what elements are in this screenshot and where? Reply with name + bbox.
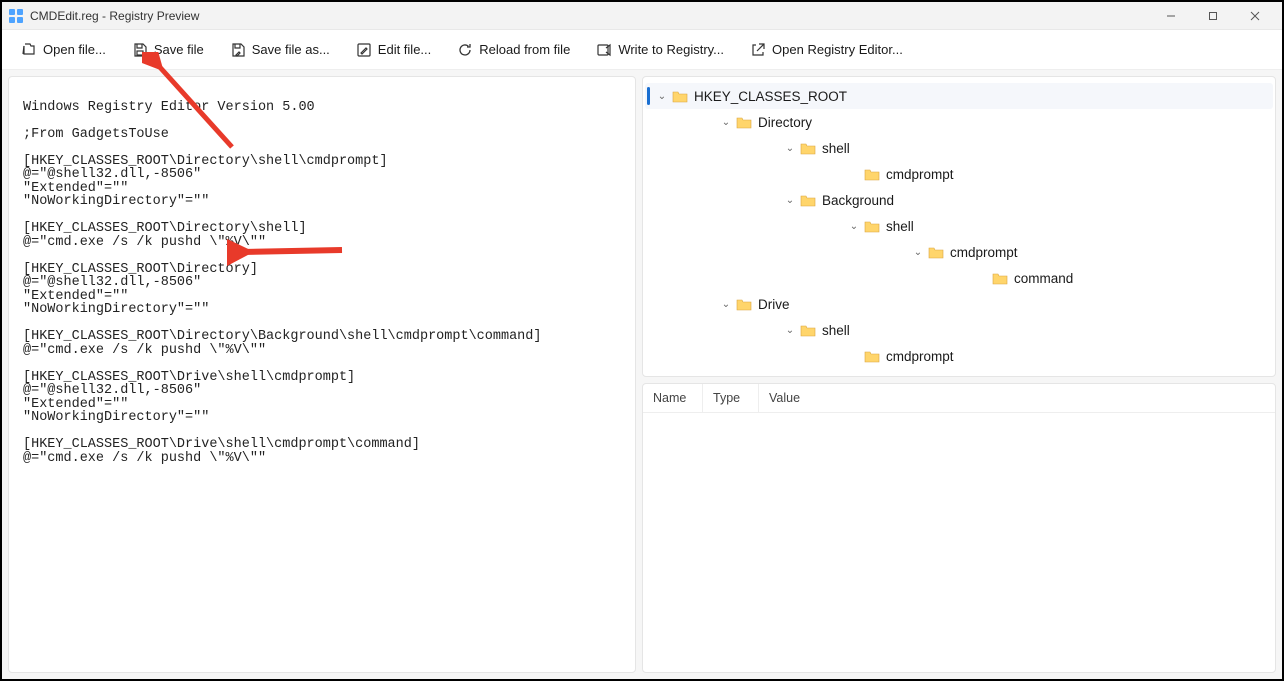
window-title: CMDEdit.reg - Registry Preview [30, 9, 199, 23]
folder-icon [928, 244, 944, 260]
tree-node-command[interactable]: command [845, 265, 1273, 291]
tree-node-cmdprompt[interactable]: cmdprompt [765, 161, 1273, 187]
open-regedit-label: Open Registry Editor... [772, 42, 903, 57]
open-file-icon [21, 42, 37, 58]
toolbar: Open file... Save file Save file as... E… [2, 30, 1282, 70]
chevron-down-icon[interactable]: ⌄ [910, 244, 926, 260]
edit-file-button[interactable]: Edit file... [345, 35, 442, 65]
reload-label: Reload from file [479, 42, 570, 57]
folder-icon [864, 218, 880, 234]
save-file-as-label: Save file as... [252, 42, 330, 57]
tree-node-drive-cmdprompt[interactable]: cmdprompt [765, 343, 1273, 369]
folder-icon [864, 166, 880, 182]
folder-icon [736, 114, 752, 130]
tree-label: cmdprompt [886, 167, 954, 182]
table-header-row: Name Type Value [643, 384, 1275, 413]
chevron-down-icon[interactable]: ⌄ [718, 114, 734, 130]
column-header-name[interactable]: Name [643, 384, 703, 412]
folder-icon [992, 270, 1008, 286]
tree-pane[interactable]: ⌄ HKEY_CLASSES_ROOT ⌄ Directory [642, 76, 1276, 377]
tree-node-directory[interactable]: ⌄ Directory [685, 109, 1273, 135]
save-file-button[interactable]: Save file [121, 35, 215, 65]
write-registry-button[interactable]: Write to Registry... [585, 35, 735, 65]
open-file-label: Open file... [43, 42, 106, 57]
save-as-icon [230, 42, 246, 58]
tree-label: cmdprompt [950, 245, 1018, 260]
titlebar: CMDEdit.reg - Registry Preview [2, 2, 1282, 30]
tree-label: Directory [758, 115, 812, 130]
chevron-down-icon[interactable]: ⌄ [782, 140, 798, 156]
tree-label: shell [822, 323, 850, 338]
editor-pane[interactable]: Windows Registry Editor Version 5.00 ;Fr… [8, 76, 636, 673]
folder-icon [864, 348, 880, 364]
edit-file-label: Edit file... [378, 42, 431, 57]
chevron-down-icon[interactable]: ⌄ [654, 88, 670, 104]
tree-label: Background [822, 193, 894, 208]
maximize-button[interactable] [1192, 2, 1234, 30]
tree-label: command [1014, 271, 1073, 286]
tree-label: cmdprompt [886, 349, 954, 364]
minimize-button[interactable] [1150, 2, 1192, 30]
chevron-down-icon[interactable]: ⌄ [718, 296, 734, 312]
close-button[interactable] [1234, 2, 1276, 30]
write-registry-label: Write to Registry... [618, 42, 724, 57]
write-registry-icon [596, 42, 612, 58]
values-table: Name Type Value [642, 383, 1276, 673]
tree-node-drive[interactable]: ⌄ Drive [685, 291, 1273, 317]
external-link-icon [750, 42, 766, 58]
tree-label: Drive [758, 297, 790, 312]
main-area: Windows Registry Editor Version 5.00 ;Fr… [2, 70, 1282, 679]
registry-text-content[interactable]: Windows Registry Editor Version 5.00 ;Fr… [23, 101, 621, 466]
tree-node-shell[interactable]: ⌄ shell [725, 135, 1273, 161]
tree-node-bg-cmdprompt[interactable]: ⌄ cmdprompt [805, 239, 1273, 265]
open-regedit-button[interactable]: Open Registry Editor... [739, 35, 914, 65]
folder-icon [800, 322, 816, 338]
tree-node-root[interactable]: ⌄ HKEY_CLASSES_ROOT [645, 83, 1273, 109]
edit-icon [356, 42, 372, 58]
chevron-down-icon[interactable]: ⌄ [782, 322, 798, 338]
tree-label: shell [886, 219, 914, 234]
tree-label: shell [822, 141, 850, 156]
reload-icon [457, 42, 473, 58]
tree-node-background-shell[interactable]: ⌄ shell [765, 213, 1273, 239]
tree-node-drive-shell[interactable]: ⌄ shell [725, 317, 1273, 343]
folder-icon [800, 192, 816, 208]
column-header-type[interactable]: Type [703, 384, 759, 412]
tree-label: HKEY_CLASSES_ROOT [694, 89, 847, 104]
folder-icon [800, 140, 816, 156]
chevron-down-icon[interactable]: ⌄ [782, 192, 798, 208]
folder-icon [736, 296, 752, 312]
save-file-label: Save file [154, 42, 204, 57]
tree-node-background[interactable]: ⌄ Background [725, 187, 1273, 213]
app-icon [8, 8, 24, 24]
reload-button[interactable]: Reload from file [446, 35, 581, 65]
save-file-as-button[interactable]: Save file as... [219, 35, 341, 65]
chevron-down-icon[interactable]: ⌄ [846, 218, 862, 234]
folder-icon [672, 88, 688, 104]
column-header-value[interactable]: Value [759, 384, 1275, 412]
save-icon [132, 42, 148, 58]
open-file-button[interactable]: Open file... [10, 35, 117, 65]
